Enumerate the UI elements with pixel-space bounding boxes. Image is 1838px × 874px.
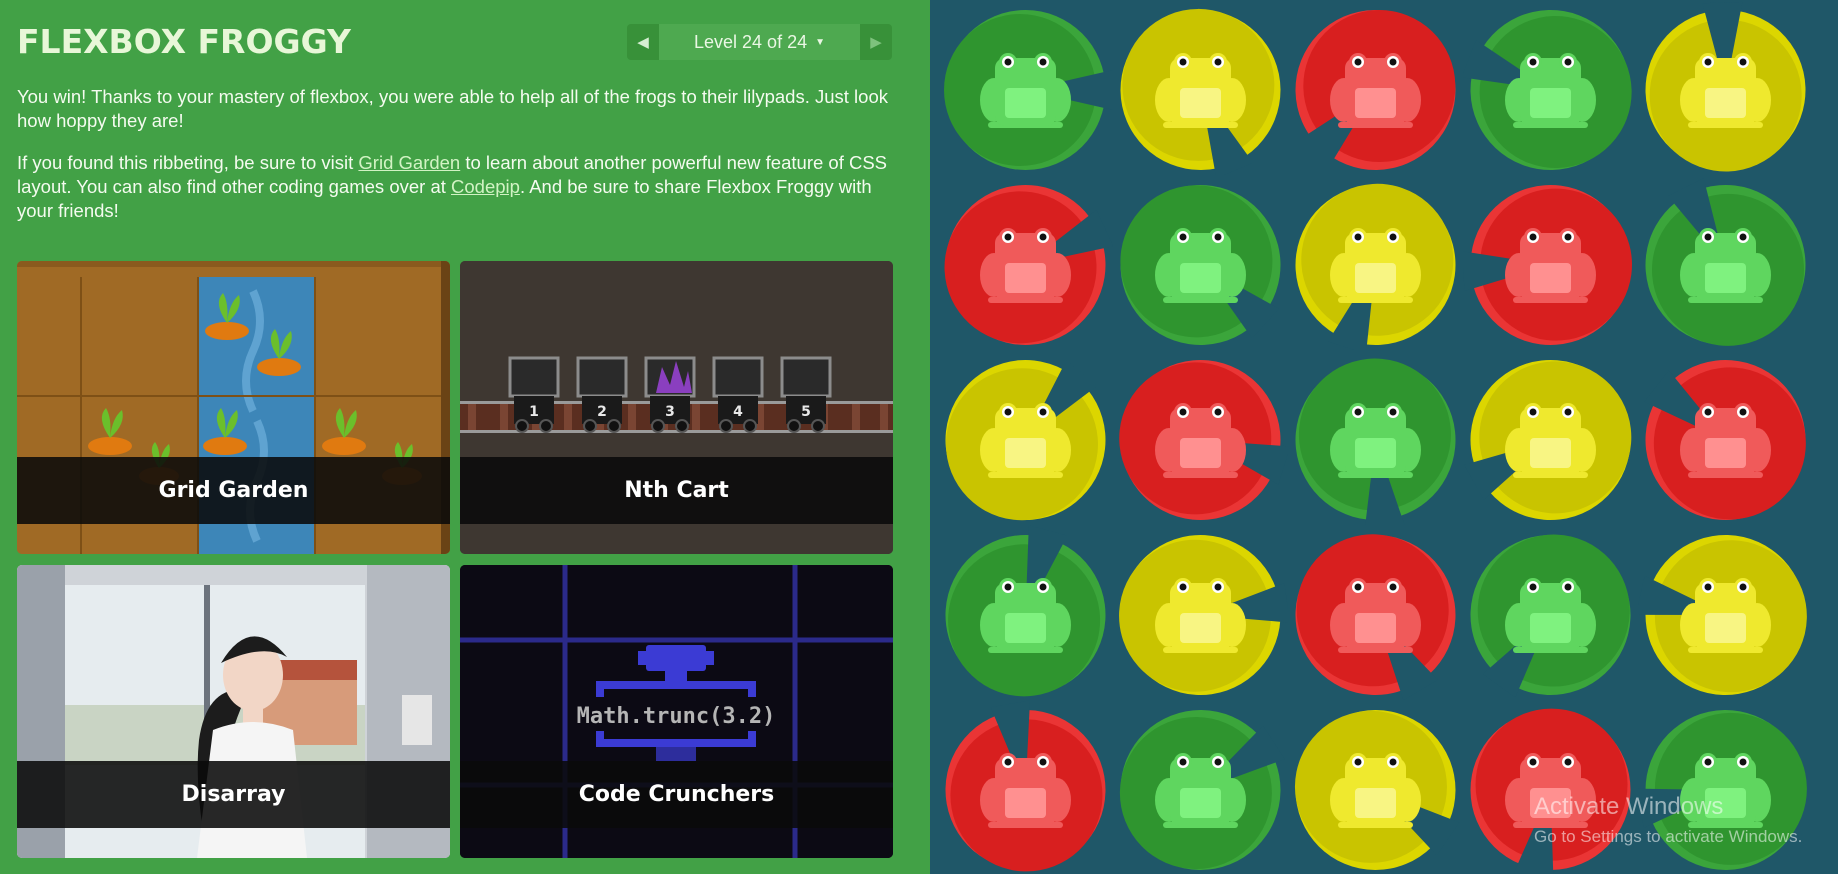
yellow-lilypad: [1295, 183, 1456, 350]
code-snippet: Math.trunc(3.2): [577, 704, 776, 729]
win-message: You win! Thanks to your mastery of flexb…: [17, 86, 888, 131]
red-lilypad: [1295, 10, 1456, 170]
yellow-lilypad: [1464, 360, 1632, 520]
lilypad-cell: [1463, 175, 1638, 350]
card-title-code-crunchers: Code Crunchers: [460, 761, 893, 828]
level-navigation: ◀ Level 24 of 24 ▼ ▶: [627, 24, 892, 60]
level-label: Level 24 of 24: [694, 31, 808, 52]
green-lilypad: [944, 10, 1113, 170]
lilypad-cell: [1113, 525, 1288, 700]
arrow-left-icon: ◀: [637, 34, 649, 51]
lilypad-cell: [938, 700, 1113, 874]
lilypad-cell: [1638, 175, 1813, 350]
yellow-lilypad: [1638, 535, 1807, 695]
yellow-lilypad: [1645, 1, 1806, 172]
lilypad-cell: [1288, 350, 1463, 525]
red-lilypad: [1295, 534, 1456, 700]
card-title-disarray: Disarray: [17, 761, 450, 828]
lilypad-cell: [1113, 700, 1288, 874]
red-lilypad: [1119, 360, 1288, 520]
lilypad-cell: [1288, 525, 1463, 700]
lilypad-cell: [1463, 700, 1638, 874]
codepip-link[interactable]: Codepip: [451, 176, 520, 197]
lilypad-cell: [1638, 350, 1813, 525]
promo-message: If you found this ribbeting, be sure to …: [17, 151, 897, 223]
lilypad-cell: [1638, 700, 1813, 874]
lilypad-cell: [938, 350, 1113, 525]
cart-number: 5: [801, 404, 811, 420]
caret-down-icon: ▼: [815, 36, 825, 48]
game-card-code-crunchers[interactable]: Math.trunc(3.2) Code Crunchers: [460, 565, 893, 858]
game-card-disarray[interactable]: Disarray: [17, 565, 450, 858]
lilypad-cell: [938, 175, 1113, 350]
green-lilypad: [1119, 710, 1285, 870]
sidebar: FLEXBOX FROGGY ◀ Level 24 of 24 ▼ ▶ You …: [0, 0, 930, 874]
green-lilypad: [1295, 358, 1456, 525]
red-lilypad: [944, 185, 1113, 345]
grid-garden-link[interactable]: Grid Garden: [358, 152, 460, 173]
level-indicator[interactable]: Level 24 of 24 ▼: [659, 24, 860, 60]
green-lilypad: [945, 525, 1106, 697]
green-lilypad: [1120, 185, 1281, 345]
game-card-nth-cart[interactable]: 1 2 3 4 5 Nth Cart: [460, 261, 893, 554]
lilypad-cell: [1113, 350, 1288, 525]
yellow-lilypad: [1119, 535, 1288, 695]
arrow-right-icon: ▶: [870, 34, 882, 51]
promo-text-1: If you found this ribbeting, be sure to …: [17, 152, 359, 173]
red-lilypad: [1463, 185, 1632, 345]
lilypad-cell: [1288, 700, 1463, 874]
next-level-button[interactable]: ▶: [860, 24, 892, 60]
red-lilypad: [1470, 708, 1631, 874]
cart-number: 1: [529, 404, 539, 420]
previous-level-button[interactable]: ◀: [627, 24, 659, 60]
cart-number: 3: [665, 404, 675, 420]
green-lilypad: [1645, 177, 1806, 346]
lilypad-cell: [1638, 0, 1813, 175]
pond-board: [930, 0, 1838, 874]
yellow-lilypad: [945, 360, 1106, 521]
cart-number: 2: [597, 404, 607, 420]
red-lilypad: [1644, 360, 1806, 520]
red-lilypad: [945, 700, 1106, 872]
lilypad-cell: [1638, 525, 1813, 700]
lilypad-cell: [1113, 0, 1288, 175]
lilypad-cell: [1463, 0, 1638, 175]
card-title-nth-cart: Nth Cart: [460, 457, 893, 524]
card-title-grid-garden: Grid Garden: [17, 457, 450, 524]
yellow-lilypad: [1294, 710, 1460, 870]
lilypad-cell: [1288, 175, 1463, 350]
green-lilypad: [1638, 710, 1807, 870]
lilypad-cell: [1288, 0, 1463, 175]
game-title: FLEXBOX FROGGY: [17, 22, 351, 61]
game-card-grid-garden[interactable]: Grid Garden: [17, 261, 450, 554]
lilypad-cell: [938, 525, 1113, 700]
lilypad-cell: [1463, 525, 1638, 700]
lilypad-cell: [1463, 350, 1638, 525]
green-lilypad: [1463, 10, 1632, 170]
green-lilypad: [1470, 534, 1631, 698]
yellow-lilypad: [1120, 8, 1281, 175]
lilypad-cell: [1113, 175, 1288, 350]
lilypad-cell: [938, 0, 1113, 175]
cart-number: 4: [733, 404, 743, 420]
